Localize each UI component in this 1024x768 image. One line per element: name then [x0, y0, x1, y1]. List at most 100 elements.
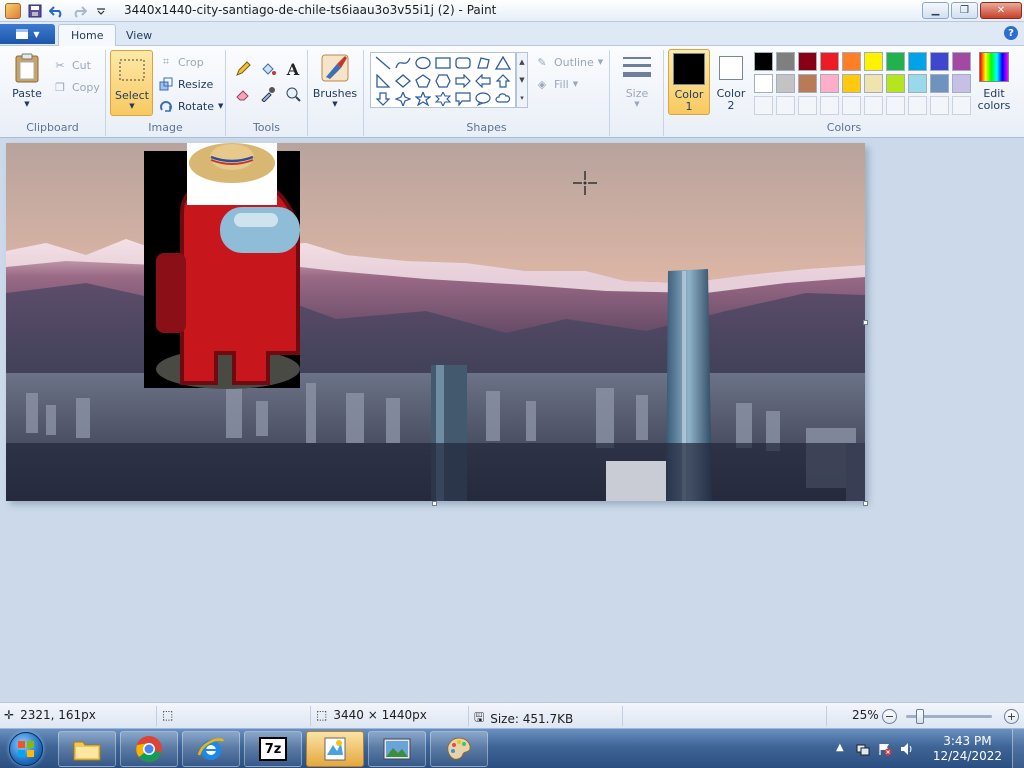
- diamond-shape-icon[interactable]: [393, 72, 413, 90]
- curve-shape-icon[interactable]: [393, 54, 413, 72]
- six-point-star-shape-icon[interactable]: [433, 90, 453, 108]
- network-icon[interactable]: [856, 742, 870, 756]
- palette-swatch[interactable]: [754, 74, 773, 93]
- four-point-star-shape-icon[interactable]: [393, 90, 413, 108]
- rounded-rectangle-shape-icon[interactable]: [453, 54, 473, 72]
- zoom-slider-thumb[interactable]: [916, 709, 924, 724]
- palette-swatch[interactable]: [930, 74, 949, 93]
- custom-color-slot[interactable]: [908, 96, 927, 115]
- palette-swatch[interactable]: [798, 52, 817, 71]
- right-arrow-shape-icon[interactable]: [453, 72, 473, 90]
- resize-button[interactable]: Resize: [158, 74, 213, 94]
- more-shapes-icon[interactable]: ▾: [520, 94, 524, 102]
- up-arrow-shape-icon[interactable]: [493, 72, 513, 90]
- custom-color-slot[interactable]: [952, 96, 971, 115]
- palette-swatch[interactable]: [820, 52, 839, 71]
- minimize-button[interactable]: ▁: [922, 2, 949, 19]
- palette-swatch[interactable]: [886, 52, 905, 71]
- outline-button[interactable]: ✎ Outline ▼: [534, 52, 603, 72]
- taskbar-clock[interactable]: 3:43 PM 12/24/2022: [933, 734, 1002, 764]
- palette-swatch[interactable]: [930, 52, 949, 71]
- line-shape-icon[interactable]: [373, 54, 393, 72]
- triangle-shape-icon[interactable]: [493, 54, 513, 72]
- pentagon-shape-icon[interactable]: [413, 72, 433, 90]
- scroll-down-icon[interactable]: ▼: [519, 76, 524, 84]
- color2-button[interactable]: Color 2: [712, 52, 750, 112]
- volume-icon[interactable]: [900, 742, 914, 756]
- palette-swatch[interactable]: [864, 74, 883, 93]
- fill-button[interactable]: ◈ Fill ▼: [534, 74, 578, 94]
- palette-swatch[interactable]: [820, 74, 839, 93]
- custom-color-slot[interactable]: [886, 96, 905, 115]
- taskbar-paint-window[interactable]: [306, 731, 364, 767]
- custom-color-slot[interactable]: [864, 96, 883, 115]
- customize-qat-icon[interactable]: [92, 2, 110, 20]
- save-icon[interactable]: [26, 2, 44, 20]
- canvas-workspace[interactable]: [0, 139, 1024, 702]
- zoom-out-button[interactable]: −: [882, 709, 897, 724]
- help-icon[interactable]: ?: [1004, 26, 1018, 40]
- rotate-button[interactable]: Rotate ▼: [158, 96, 223, 116]
- edit-colors-button[interactable]: Edit colors: [974, 52, 1014, 112]
- copy-button[interactable]: ❐ Copy: [52, 77, 100, 97]
- paint-app-icon[interactable]: [4, 2, 22, 20]
- custom-color-slot[interactable]: [820, 96, 839, 115]
- size-button[interactable]: Size ▼: [616, 52, 658, 108]
- palette-swatch[interactable]: [842, 74, 861, 93]
- cut-button[interactable]: ✂ Cut: [52, 55, 91, 75]
- zoom-in-button[interactable]: +: [1004, 709, 1019, 724]
- brushes-button[interactable]: Brushes ▼: [312, 52, 358, 108]
- custom-color-slot[interactable]: [930, 96, 949, 115]
- palette-swatch[interactable]: [754, 52, 773, 71]
- restore-button[interactable]: ❐: [951, 2, 978, 19]
- right-triangle-shape-icon[interactable]: [373, 72, 393, 90]
- palette-swatch[interactable]: [776, 74, 795, 93]
- custom-color-slot[interactable]: [754, 96, 773, 115]
- crop-button[interactable]: ⌗ Crop: [158, 52, 204, 72]
- palette-swatch[interactable]: [776, 52, 795, 71]
- palette-swatch[interactable]: [886, 74, 905, 93]
- taskbar-7zip[interactable]: 7z: [244, 731, 302, 767]
- rect-callout-shape-icon[interactable]: [453, 90, 473, 108]
- custom-color-slot[interactable]: [842, 96, 861, 115]
- eraser-icon[interactable]: [232, 83, 254, 105]
- close-button[interactable]: ✕: [980, 2, 1022, 19]
- redo-icon[interactable]: [70, 2, 88, 20]
- palette-swatch[interactable]: [952, 52, 971, 71]
- tab-home[interactable]: Home: [58, 24, 117, 46]
- palette-swatch[interactable]: [842, 52, 861, 71]
- scroll-up-icon[interactable]: ▲: [519, 58, 524, 66]
- show-hidden-icons-icon[interactable]: ▲: [836, 742, 850, 756]
- taskbar-file-explorer[interactable]: [58, 731, 116, 767]
- oval-callout-shape-icon[interactable]: [473, 90, 493, 108]
- down-arrow-shape-icon[interactable]: [373, 90, 393, 108]
- text-tool-icon[interactable]: A: [282, 58, 304, 80]
- left-arrow-shape-icon[interactable]: [473, 72, 493, 90]
- palette-swatch[interactable]: [952, 74, 971, 93]
- show-desktop-button[interactable]: [1012, 729, 1024, 768]
- custom-color-slot[interactable]: [798, 96, 817, 115]
- resize-handle-right[interactable]: [863, 320, 868, 325]
- cloud-callout-shape-icon[interactable]: [493, 90, 513, 108]
- oval-shape-icon[interactable]: [413, 54, 433, 72]
- drawing-canvas[interactable]: [6, 143, 865, 501]
- fill-bucket-icon[interactable]: [257, 58, 279, 80]
- palette-swatch[interactable]: [908, 52, 927, 71]
- polygon-shape-icon[interactable]: [473, 54, 493, 72]
- color-picker-icon[interactable]: [257, 83, 279, 105]
- tab-view[interactable]: View: [114, 24, 164, 46]
- file-menu-button[interactable]: ▼: [0, 24, 55, 44]
- resize-handle-corner[interactable]: [863, 501, 868, 506]
- five-point-star-shape-icon[interactable]: [413, 90, 433, 108]
- select-button-content[interactable]: Select ▼: [112, 56, 152, 110]
- taskbar-paint-palette[interactable]: [430, 731, 488, 767]
- action-center-icon[interactable]: [878, 742, 892, 756]
- resize-handle-bottom[interactable]: [432, 501, 437, 506]
- palette-swatch[interactable]: [798, 74, 817, 93]
- palette-swatch[interactable]: [908, 74, 927, 93]
- color1-button[interactable]: Color 1: [668, 49, 710, 115]
- taskbar-chrome[interactable]: [120, 731, 178, 767]
- pencil-icon[interactable]: [232, 58, 254, 80]
- magnifier-icon[interactable]: [282, 83, 304, 105]
- taskbar-photo-viewer[interactable]: [368, 731, 426, 767]
